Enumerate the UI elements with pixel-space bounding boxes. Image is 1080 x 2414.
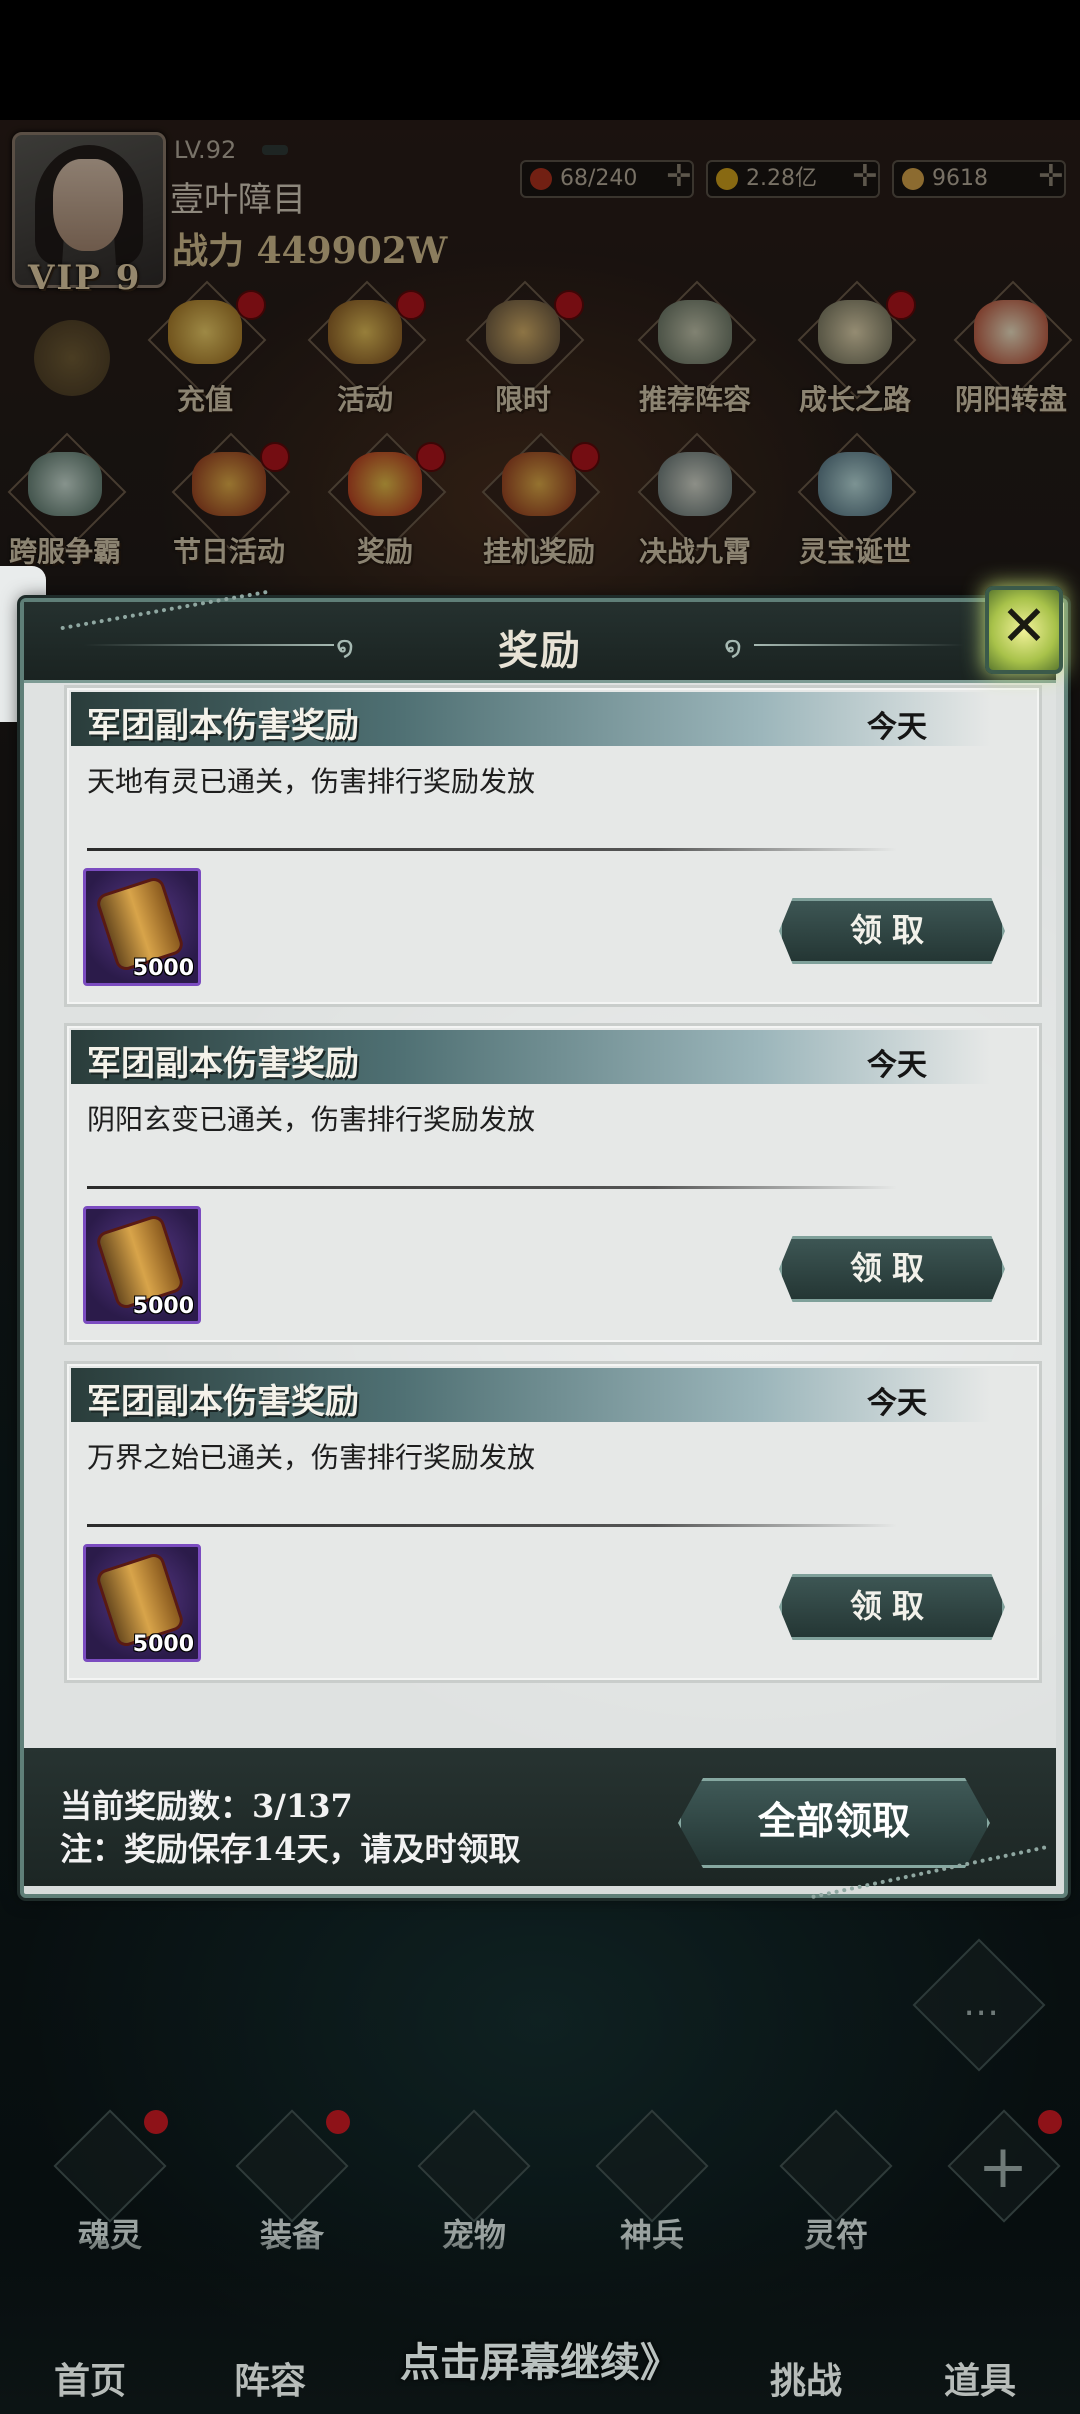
reward-item[interactable]: 5000 <box>83 1544 201 1662</box>
reward-card: 军团副本伤害奖励 今天 天地有灵已通关，伤害排行奖励发放 5000 领取 <box>64 685 1042 1007</box>
chat-bubble-icon: … <box>963 1982 1000 2024</box>
card-title-bar: 军团副本伤害奖励 今天 <box>71 1368 991 1422</box>
card-title-bar: 军团副本伤害奖励 今天 <box>71 1030 991 1084</box>
notification-dot <box>1038 2110 1062 2134</box>
card-date: 今天 <box>867 710 927 745</box>
status-bar <box>0 0 1080 120</box>
menu-equipment[interactable]: 装备 <box>222 2109 352 2254</box>
card-title: 军团副本伤害奖励 <box>87 706 359 746</box>
item-quantity: 5000 <box>132 1294 194 1319</box>
close-button[interactable]: ✕ <box>975 568 1067 678</box>
plus-icon: + <box>977 2132 1029 2202</box>
notification-dot <box>144 2110 168 2134</box>
card-description: 阴阳玄变已通关，伤害排行奖励发放 <box>87 1103 536 1136</box>
menu-frame <box>417 2109 531 2223</box>
tap-to-continue-hint[interactable]: 点击屏幕继续》 <box>0 2330 1080 2388</box>
header-ornament-line <box>754 644 964 646</box>
dialog-title: 奖励 <box>498 627 582 674</box>
card-divider <box>87 1524 897 1527</box>
reward-item[interactable]: 5000 <box>83 868 201 986</box>
card-title: 军团副本伤害奖励 <box>87 1044 359 1084</box>
card-description: 天地有灵已通关，伤害排行奖励发放 <box>87 765 536 798</box>
claim-button[interactable]: 领取 <box>779 898 1005 964</box>
reward-count: 当前奖励数：3/137 <box>60 1787 353 1825</box>
menu-pet[interactable]: 宠物 <box>404 2109 534 2254</box>
dialog-body: 军团副本伤害奖励 今天 天地有灵已通关，伤害排行奖励发放 5000 领取 军团副… <box>24 683 1056 1886</box>
claim-all-button[interactable]: 全部领取 <box>678 1778 990 1868</box>
menu-more[interactable]: + <box>934 2109 1064 2246</box>
reward-card: 军团副本伤害奖励 今天 万界之始已通关，伤害排行奖励发放 5000 领取 <box>64 1361 1042 1683</box>
card-description: 万界之始已通关，伤害排行奖励发放 <box>87 1441 536 1474</box>
menu-talisman[interactable]: 灵符 <box>766 2109 896 2254</box>
card-title: 军团副本伤害奖励 <box>87 1382 359 1422</box>
menu-frame <box>779 2109 893 2223</box>
card-divider <box>87 848 897 851</box>
menu-divine-weapon[interactable]: 神兵 <box>582 2109 712 2254</box>
header-ornament-swirl: ໑ <box>724 630 742 663</box>
item-quantity: 5000 <box>132 1632 194 1657</box>
reward-card: 军团副本伤害奖励 今天 阴阳玄变已通关，伤害排行奖励发放 5000 领取 <box>64 1023 1042 1345</box>
reward-dialog: ໑ 奖励 ໑ 军团副本伤害奖励 今天 天地有灵已通关，伤害排行奖励发放 5000… <box>20 586 1068 1909</box>
close-icon: ✕ <box>1000 594 1048 659</box>
card-divider <box>87 1186 897 1189</box>
reward-item[interactable]: 5000 <box>83 1206 201 1324</box>
item-quantity: 5000 <box>132 956 194 981</box>
claim-button[interactable]: 领取 <box>779 1574 1005 1640</box>
reward-note: 注：奖励保存14天，请及时领取 <box>60 1830 521 1868</box>
menu-frame <box>595 2109 709 2223</box>
card-title-bar: 军团副本伤害奖励 今天 <box>71 692 991 746</box>
claim-button[interactable]: 领取 <box>779 1236 1005 1302</box>
menu-soul[interactable]: 魂灵 <box>40 2109 170 2254</box>
card-date: 今天 <box>867 1386 927 1421</box>
card-date: 今天 <box>867 1048 927 1083</box>
notification-dot <box>326 2110 350 2134</box>
